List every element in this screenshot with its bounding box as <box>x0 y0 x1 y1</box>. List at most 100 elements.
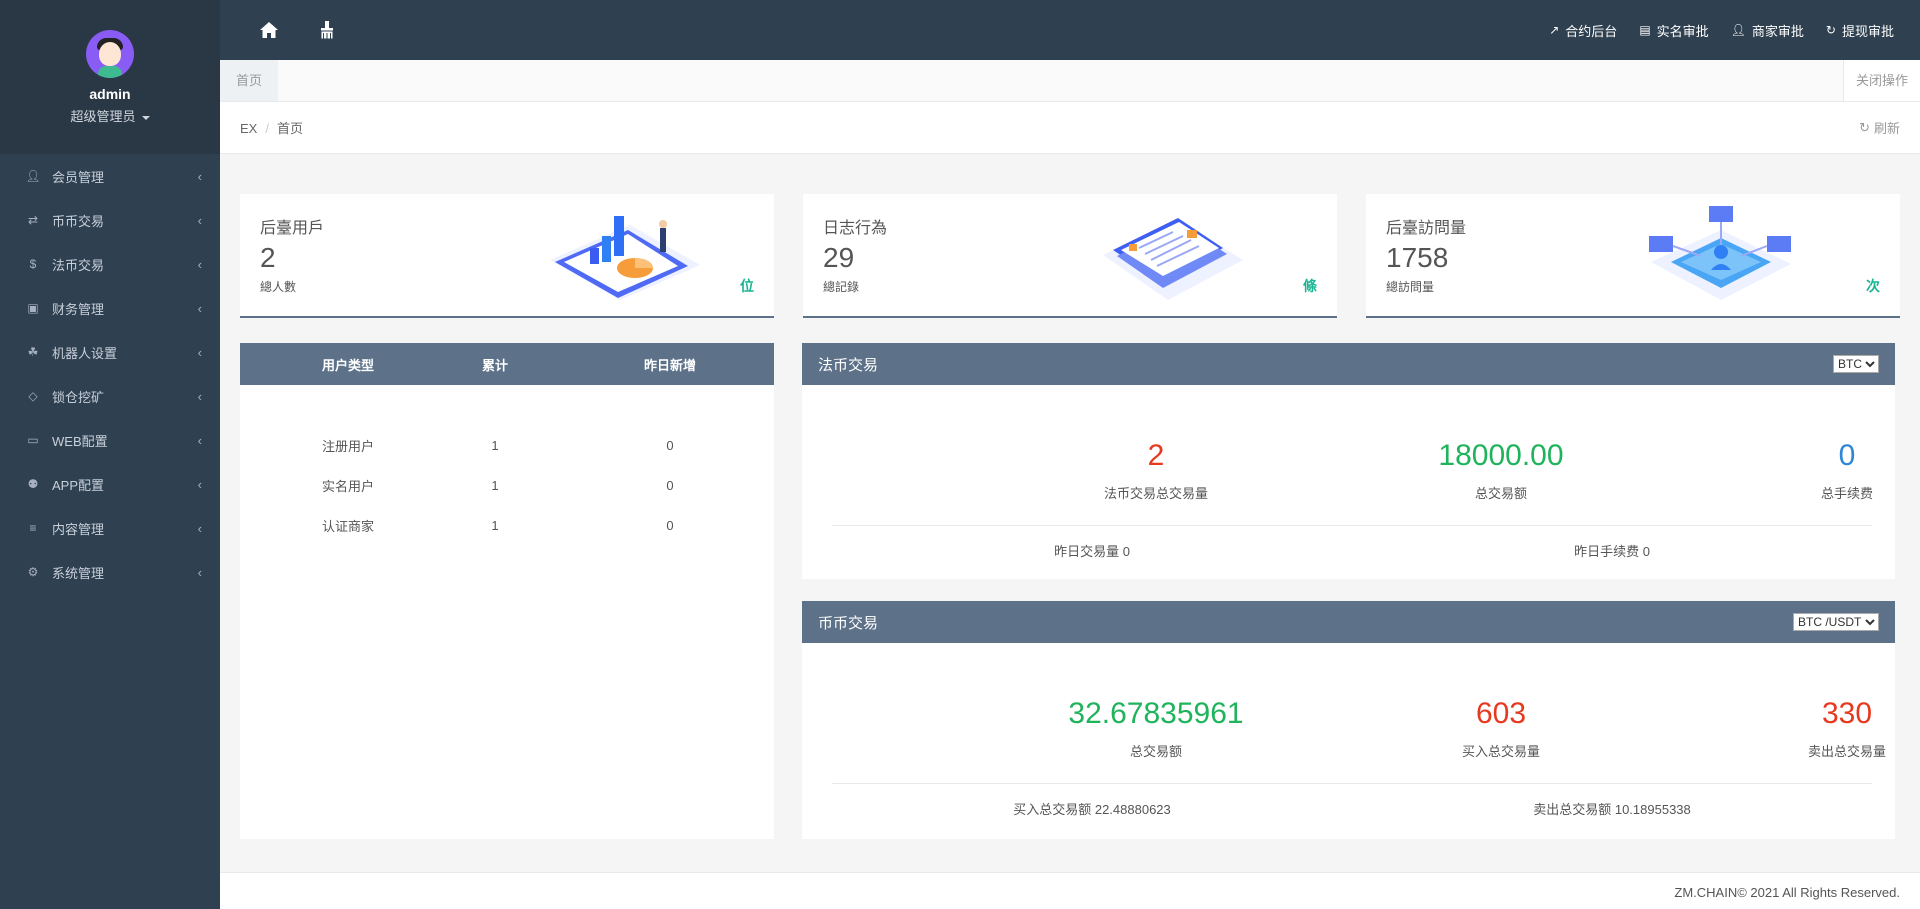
column-header-user-type: 用户类型 <box>321 357 374 373</box>
cell-yesterday-new: 0 <box>666 437 674 453</box>
column-header-yesterday-new: 昨日新增 <box>643 357 696 373</box>
stat-unit: 次 <box>1866 278 1880 294</box>
fiat-metric-volume: 2 法币交易总交易量 <box>1006 439 1306 502</box>
withdraw-approval-link[interactable]: ↻ 提现审批 <box>1826 21 1894 40</box>
sidebar-item-coin-trade[interactable]: ⇄ 币币交易 ‹ <box>0 198 220 242</box>
stat-title: 日志行為 <box>823 220 888 237</box>
sidebar-item-web-config[interactable]: ▭ WEB配置 ‹ <box>0 418 220 462</box>
breadcrumb-root[interactable]: EX <box>240 121 257 136</box>
sidebar-item-content[interactable]: ≡ 内容管理 ‹ <box>0 506 220 550</box>
copyright-text: ZM.CHAIN© 2021 All Rights Reserved. <box>1674 885 1900 900</box>
fiat-metric-amount: 18000.00 总交易额 <box>1351 439 1651 502</box>
chevron-left-icon: ‹ <box>197 212 202 228</box>
stat-value: 2 <box>260 242 276 273</box>
chevron-left-icon: ‹ <box>197 388 202 404</box>
chevron-left-icon: ‹ <box>197 520 202 536</box>
panel-header: 币币交易 BTC /USDT <box>802 601 1895 643</box>
coin-pair-select[interactable]: BTC /USDT <box>1793 613 1879 631</box>
metric-value: 2 <box>1147 439 1165 472</box>
sidebar-item-fiat-trade[interactable]: $ 法币交易 ‹ <box>0 242 220 286</box>
metric-label: 总手续费 <box>1820 486 1873 501</box>
fiat-metric-fee: 0 总手续费 <box>1697 439 1920 502</box>
profile-role-dropdown[interactable]: 超级管理员 <box>0 106 220 125</box>
cell-total: 1 <box>491 517 499 533</box>
user-stats-table: 用户类型 累计 昨日新增 注册用户 1 0 实名用户 1 0 认证商家 1 0 <box>240 343 774 839</box>
tab-home[interactable]: 首页 <box>220 60 279 101</box>
breadcrumb: EX / 首页 <box>240 121 303 136</box>
sidebar-item-robot[interactable]: ☘ 机器人设置 ‹ <box>0 330 220 374</box>
sidebar-item-label: 机器人设置 <box>52 345 118 361</box>
metric-value: 0 <box>1838 439 1856 472</box>
metric-label: 总交易额 <box>1474 486 1527 501</box>
panel-title: 法币交易 <box>818 356 879 374</box>
fiat-yesterday-volume: 昨日交易量 0 <box>1054 544 1130 559</box>
list-icon: ≡ <box>29 521 37 535</box>
profile-role: 超级管理员 <box>70 109 136 124</box>
top-navbar: ↗ 合约后台 ▤ 实名审批 👤︎ 商家审批 ↻ 提现审批 <box>220 0 1920 60</box>
column-header-total: 累计 <box>481 357 508 373</box>
stat-unit: 位 <box>740 278 754 294</box>
sidebar-menu: 👤︎ 会员管理 ‹ ⇄ 币币交易 ‹ $ 法币交易 ‹ ▣ 财务管理 ‹ ☘ 机器人设置 ‹ ◇ 锁仓… <box>0 154 220 594</box>
sidebar-item-system[interactable]: ⚙ 系统管理 ‹ <box>0 550 220 594</box>
merchant-approval-link[interactable]: 👤︎ 商家审批 <box>1731 21 1804 40</box>
stat-subtitle: 總人數 <box>260 280 297 294</box>
table-header: 用户类型 累计 昨日新增 <box>240 343 774 385</box>
profile-name: admin <box>89 86 131 102</box>
sidebar-item-label: APP配置 <box>52 477 105 493</box>
dollar-icon: $ <box>29 257 37 271</box>
panel-header: 法币交易 BTC <box>802 343 1895 385</box>
chevron-left-icon: ‹ <box>197 344 202 360</box>
coin-metric-amount: 32.67835961 总交易额 <box>1006 697 1306 760</box>
metric-label: 买入总交易量 <box>1461 744 1540 759</box>
metric-label: 总交易额 <box>1129 744 1182 759</box>
home-icon <box>260 22 278 38</box>
chevron-left-icon: ‹ <box>197 168 202 184</box>
stat-value: 1758 <box>1386 242 1449 273</box>
diamond-icon: ◇ <box>28 389 38 403</box>
realname-approval-label: 实名审批 <box>1656 23 1709 39</box>
contract-backend-label: 合约后台 <box>1565 23 1618 39</box>
sidebar-item-app-config[interactable]: ⚉ APP配置 ‹ <box>0 462 220 506</box>
refresh-button[interactable]: ↻ 刷新 <box>1859 118 1900 137</box>
table-row: 注册用户 1 0 <box>240 435 774 455</box>
divider <box>832 525 1872 526</box>
stat-title: 后臺訪問量 <box>1386 220 1467 237</box>
fiat-yesterday-fee: 昨日手续费 0 <box>1574 544 1650 559</box>
broom-icon <box>320 21 334 39</box>
sidebar-item-finance[interactable]: ▣ 财务管理 ‹ <box>0 286 220 330</box>
id-card-icon: ▤ <box>1639 23 1651 37</box>
contract-backend-link[interactable]: ↗ 合约后台 <box>1549 21 1617 40</box>
caret-down-icon <box>141 115 150 120</box>
sidebar-item-label: 系统管理 <box>52 565 105 581</box>
chevron-left-icon: ‹ <box>197 432 202 448</box>
close-operations-button[interactable]: 关闭操作 <box>1842 60 1920 101</box>
coin-metric-sell-volume: 330 卖出总交易量 <box>1697 697 1920 760</box>
cell-yesterday-new: 0 <box>666 477 674 493</box>
metric-value: 32.67835961 <box>1068 697 1244 730</box>
fiat-currency-select[interactable]: BTC <box>1833 355 1879 373</box>
realname-approval-link[interactable]: ▤ 实名审批 <box>1639 21 1708 40</box>
metric-value: 603 <box>1475 697 1527 730</box>
metric-label: 法币交易总交易量 <box>1103 486 1208 501</box>
home-button[interactable] <box>240 0 298 60</box>
footer: ZM.CHAIN© 2021 All Rights Reserved. <box>220 872 1920 909</box>
stat-value: 29 <box>823 242 855 273</box>
network-illustration-icon <box>1649 206 1791 300</box>
sidebar-item-members[interactable]: 👤︎ 会员管理 ‹ <box>0 154 220 198</box>
sidebar-item-label: 法币交易 <box>52 257 105 273</box>
page-tabs: 首页 关闭操作 <box>220 60 1920 102</box>
panel-title: 币币交易 <box>818 614 879 632</box>
sidebar-item-label: 币币交易 <box>52 213 105 229</box>
clear-cache-button[interactable] <box>298 0 356 60</box>
stat-card-admin-users: 后臺用戶 2 總人數 位 <box>240 194 774 318</box>
stat-card-visits: 后臺訪問量 1758 總訪問量 次 <box>1366 194 1900 318</box>
sidebar-item-lock-mining[interactable]: ◇ 锁仓挖矿 ‹ <box>0 374 220 418</box>
table-row: 实名用户 1 0 <box>240 475 774 495</box>
chevron-left-icon: ‹ <box>197 476 202 492</box>
metric-value: 330 <box>1821 697 1873 730</box>
coin-trade-panel: 币币交易 BTC /USDT 32.67835961 总交易额 603 买入总交… <box>802 601 1895 839</box>
user-icon: 👤︎ <box>25 169 41 183</box>
metric-value: 18000.00 <box>1438 439 1564 472</box>
chevron-left-icon: ‹ <box>197 256 202 272</box>
avatar[interactable] <box>86 30 134 78</box>
